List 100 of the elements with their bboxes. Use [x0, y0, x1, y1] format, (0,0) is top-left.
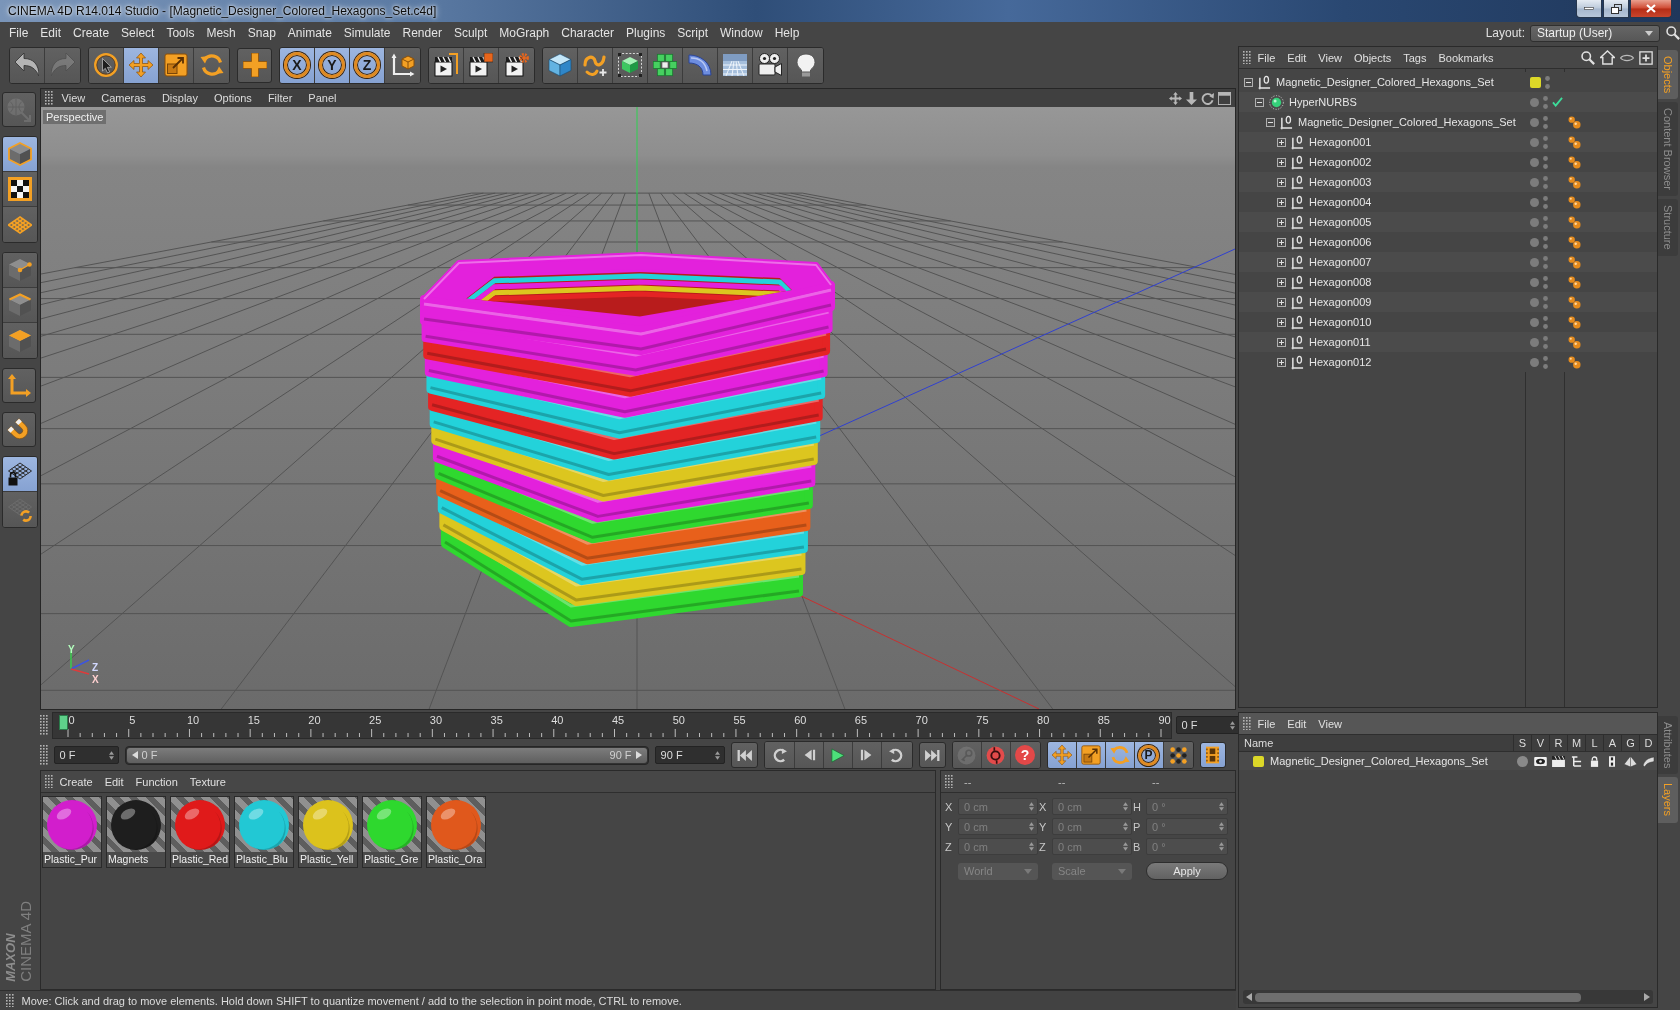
next-key-button[interactable] [881, 742, 912, 768]
object-row[interactable]: Hexagon009 [1239, 292, 1657, 312]
previous-frame-button[interactable] [794, 742, 824, 768]
plus-box-icon[interactable] [1277, 357, 1286, 367]
layout-dropdown[interactable]: Startup (User) [1530, 24, 1660, 42]
rotation-key-button[interactable] [1105, 742, 1135, 768]
clapboard-icon[interactable] [1551, 755, 1565, 767]
menu-item[interactable]: File [1252, 717, 1281, 730]
playhead[interactable] [58, 714, 68, 730]
column-header[interactable]: G [1621, 735, 1639, 751]
current-frame-field[interactable]: 0 F [1175, 716, 1240, 734]
next-frame-button[interactable] [852, 742, 882, 768]
spheres-icon[interactable] [1568, 295, 1581, 309]
material-swatch[interactable]: Plastic_Gre [362, 796, 422, 868]
scale-key-button[interactable] [1076, 742, 1106, 768]
panel-layout-icon[interactable] [1218, 91, 1231, 105]
horizontal-scrollbar[interactable] [1243, 990, 1653, 1004]
texture-mode-button[interactable] [3, 172, 37, 207]
visibility-dots-icon[interactable] [1543, 195, 1548, 209]
menu-item[interactable]: Snap [241, 26, 282, 40]
plus-box-icon[interactable] [1277, 217, 1286, 227]
add-panel-icon[interactable] [1639, 50, 1653, 65]
snap-button[interactable] [2, 412, 36, 447]
spline-pen-button[interactable] [578, 47, 613, 83]
material-swatch[interactable]: Plastic_Red [170, 796, 230, 868]
spheres-icon[interactable] [1568, 235, 1581, 249]
point-level-button[interactable] [1163, 742, 1193, 768]
cloner-button[interactable] [648, 47, 683, 83]
object-row[interactable]: Hexagon005 [1239, 212, 1657, 232]
plus-box-icon[interactable] [1277, 337, 1286, 347]
minus-box-icon[interactable] [1244, 77, 1253, 87]
menu-item[interactable]: Cameras [94, 92, 153, 104]
visibility-dots-icon[interactable] [1543, 135, 1548, 149]
column-header[interactable]: D [1639, 735, 1657, 751]
keyframe-selection-button[interactable]: ? [1010, 742, 1040, 768]
menu-item[interactable]: Edit [99, 775, 129, 788]
object-row[interactable]: Hexagon001 [1239, 132, 1657, 152]
menu-item[interactable]: View [54, 92, 93, 104]
spheres-icon[interactable] [1568, 355, 1581, 369]
selection-tool-button[interactable] [89, 47, 124, 83]
film-icon[interactable] [1609, 755, 1615, 767]
menu-item[interactable]: Panel [301, 92, 344, 104]
subdivision-button[interactable] [613, 47, 648, 83]
parameter-key-button[interactable]: P [1134, 742, 1164, 768]
close-button[interactable] [1630, 0, 1672, 18]
spheres-icon[interactable] [1568, 115, 1581, 129]
column-header[interactable]: R [1549, 735, 1567, 751]
plus-box-icon[interactable] [1277, 317, 1286, 327]
go-to-start-button[interactable] [730, 742, 758, 768]
restore-button[interactable] [1603, 0, 1629, 18]
material-swatch[interactable]: Plastic_Blu [234, 796, 294, 868]
arrow-down-icon[interactable] [1186, 91, 1197, 105]
previous-key-button[interactable] [764, 742, 795, 768]
menu-item[interactable]: Filter [260, 92, 300, 104]
axis-lock-button[interactable]: Y [315, 47, 350, 83]
menu-item[interactable]: Window [714, 26, 769, 40]
material-swatch[interactable]: Magnets [106, 796, 166, 868]
visibility-dots-icon[interactable] [1543, 295, 1548, 309]
object-row[interactable]: Hexagon007 [1239, 252, 1657, 272]
visibility-dots-icon[interactable] [1543, 215, 1548, 229]
plus-tool-button[interactable] [237, 47, 272, 83]
timeline-button[interactable] [1199, 742, 1226, 768]
object-row[interactable]: Hexagon003 [1239, 172, 1657, 192]
undo-button[interactable] [10, 47, 45, 83]
coordinate-system-button[interactable] [385, 47, 420, 83]
deformer-button[interactable] [683, 47, 718, 83]
material-swatch[interactable]: Plastic_Yell [298, 796, 358, 868]
material-swatch[interactable]: Plastic_Ora [426, 796, 486, 868]
end-frame-field[interactable]: 90 F [654, 746, 725, 764]
plus-box-icon[interactable] [1277, 177, 1286, 187]
move-tool-button[interactable] [124, 47, 159, 83]
dot-icon[interactable] [1516, 755, 1528, 767]
autokey-button[interactable] [981, 742, 1011, 768]
visibility-dots-icon[interactable] [1543, 315, 1548, 329]
workplane-lock-button[interactable] [3, 457, 37, 492]
menu-item[interactable]: Select [115, 26, 161, 40]
column-header[interactable]: Name [1239, 735, 1513, 751]
column-header[interactable]: L [1585, 735, 1603, 751]
menu-item[interactable]: Texture [184, 775, 231, 788]
menu-item[interactable]: Plugins [619, 26, 672, 40]
menu-item[interactable]: Tools [160, 26, 201, 40]
visibility-dots-icon[interactable] [1543, 175, 1548, 189]
menu-item[interactable]: Help [768, 26, 806, 40]
menu-item[interactable]: Sculpt [447, 26, 494, 40]
menu-item[interactable]: File [3, 26, 35, 40]
rotate-icon[interactable] [1201, 91, 1214, 105]
menu-item[interactable]: View [1313, 717, 1347, 730]
layer-row[interactable]: Magnetic_Designer_Colored_Hexagons_Set [1239, 752, 1657, 770]
column-header[interactable]: V [1531, 735, 1549, 751]
camera-button[interactable] [753, 47, 788, 83]
spheres-icon[interactable] [1568, 275, 1581, 289]
plus-box-icon[interactable] [1277, 297, 1286, 307]
menu-item[interactable]: File [1252, 51, 1281, 64]
plus-box-icon[interactable] [1277, 277, 1286, 287]
spheres-icon[interactable] [1568, 135, 1581, 149]
menu-item[interactable]: Simulate [337, 26, 397, 40]
plus-box-icon[interactable] [1277, 137, 1286, 147]
menu-item[interactable]: Edit [1282, 51, 1312, 64]
menu-item[interactable]: Character [555, 26, 620, 40]
object-row[interactable]: Hexagon011 [1239, 332, 1657, 352]
